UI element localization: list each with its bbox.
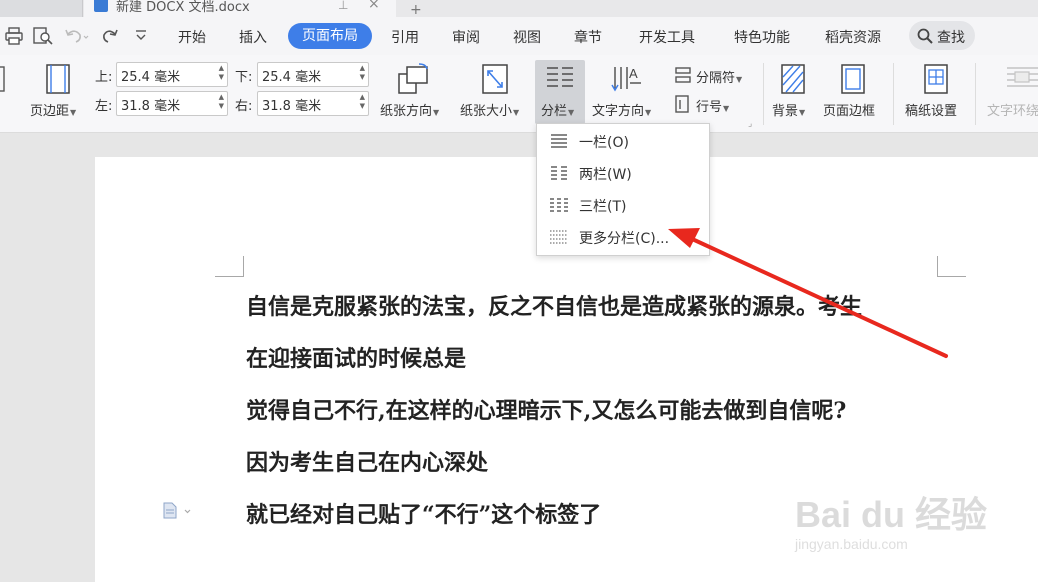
paragraph-handle-icon[interactable] [163, 502, 193, 520]
new-tab-button[interactable]: + [410, 2, 422, 17]
separator-icon [675, 67, 691, 83]
ribbon-divider [893, 63, 894, 125]
menu-review[interactable]: 审阅 [452, 27, 480, 47]
ribbon-page-layout: 页边距▼ 上: 25.4 毫米 ▲ ▼ 左: 31.8 毫米 ▲ ▼ 下: 25.4… [0, 55, 1038, 133]
top-margin-label: 上: [95, 70, 113, 85]
background-button[interactable]: 背景▼ [772, 100, 805, 119]
right-margin-label: 右: [235, 99, 253, 114]
two-column-item[interactable]: 两栏(W) [537, 158, 709, 188]
find-label: 查找 [937, 30, 965, 46]
menu-bar: 开始 插入 页面布局 引用 审阅 视图 章节 开发工具 特色功能 稻壳资源 查找 [0, 17, 1038, 55]
top-margin-input[interactable]: 25.4 毫米 ▲ ▼ [116, 62, 228, 87]
ribbon-divider [763, 63, 764, 125]
menu-developer-tools[interactable]: 开发工具 [639, 27, 695, 47]
text-direction-icon: A [611, 66, 641, 92]
paper-size-icon [482, 64, 508, 94]
find-button[interactable]: 查找 [909, 21, 975, 50]
columns-icon [547, 67, 573, 87]
line-number-icon [675, 95, 689, 113]
text-wrap-button[interactable]: 文字环绕 [987, 100, 1038, 119]
menu-start[interactable]: 开始 [178, 27, 206, 47]
paragraph-line[interactable]: 自信是克服紧张的法宝，反之不自信也是造成紧张的源泉。考生 [246, 289, 862, 321]
left-margin-input[interactable]: 31.8 毫米 ▲ ▼ [116, 91, 228, 116]
page-border-button[interactable]: 页面边框 [823, 100, 875, 119]
top-margin-stepper[interactable]: ▲ ▼ [219, 64, 224, 82]
print-preview-icon[interactable] [33, 27, 53, 45]
one-column-item[interactable]: 一栏(O) [537, 126, 709, 156]
partial-tool-icon[interactable] [0, 65, 6, 93]
bottom-margin-stepper[interactable]: ▲ ▼ [360, 64, 365, 82]
print-icon[interactable] [5, 27, 23, 45]
docx-file-icon [94, 0, 108, 12]
page-orientation-icon [398, 63, 428, 94]
document-tab-title: 新建 DOCX 文档.docx [116, 0, 250, 15]
page-orientation-button[interactable]: 纸张方向▼ [380, 100, 439, 119]
bottom-margin-label: 下: [235, 70, 253, 85]
three-column-icon [550, 198, 568, 212]
left-margin-stepper[interactable]: ▲ ▼ [219, 93, 224, 111]
more-columns-item[interactable]: 更多分栏(C)... [537, 222, 709, 252]
tab-strip: 新建 DOCX 文档.docx ⊥ × + [0, 0, 1038, 17]
margin-corner-mark [937, 256, 966, 277]
background-icon [781, 64, 805, 94]
page-border-icon [841, 64, 865, 94]
redo-icon[interactable] [101, 27, 119, 45]
more-columns-icon [550, 230, 568, 244]
page-setup-launcher-icon[interactable]: ⌟ [748, 119, 752, 129]
margin-corner-mark [215, 256, 244, 277]
menu-page-layout[interactable]: 页面布局 [288, 23, 372, 49]
paragraph-line[interactable]: 就已经对自己贴了“不行”这个标签了 [246, 497, 601, 529]
pin-icon[interactable]: ⊥ [338, 0, 348, 12]
text-wrap-icon [1007, 67, 1038, 87]
paragraph-line[interactable]: 因为考生自己在内心深处 [246, 445, 488, 477]
three-column-item[interactable]: 三栏(T) [537, 190, 709, 220]
right-margin-input[interactable]: 31.8 毫米 ▲ ▼ [257, 91, 369, 116]
one-column-icon [551, 134, 567, 148]
line-number-button[interactable]: 行号▼ [696, 96, 729, 115]
document-tab[interactable]: 新建 DOCX 文档.docx ⊥ × [84, 0, 396, 17]
home-tab[interactable] [0, 0, 83, 17]
ribbon-divider [975, 63, 976, 125]
columns-dropdown-menu: 一栏(O) 两栏(W) 三栏(T) 更多分栏(C)... [536, 123, 710, 256]
paragraph-line[interactable]: 在迎接面试的时候总是 [246, 341, 466, 373]
page-margins-button[interactable]: 页边距▼ [30, 100, 76, 119]
text-direction-button[interactable]: 文字方向▼ [592, 100, 651, 119]
columns-button[interactable]: 分栏▼ [535, 60, 585, 124]
left-margin-label: 左: [95, 99, 113, 114]
manuscript-paper-icon [924, 64, 948, 94]
svg-text:A: A [629, 66, 638, 81]
baidu-jingyan-watermark: Bai du 经验 jingyan.baidu.com [795, 494, 988, 552]
menu-section[interactable]: 章节 [574, 27, 602, 47]
menu-references[interactable]: 引用 [391, 27, 419, 47]
customize-toolbar-icon[interactable] [134, 29, 148, 43]
manuscript-settings-button[interactable]: 稿纸设置 [905, 100, 957, 119]
menu-insert[interactable]: 插入 [239, 27, 267, 47]
close-tab-icon[interactable]: × [368, 0, 380, 12]
page-margins-icon [46, 64, 70, 94]
menu-docer-resources[interactable]: 稻壳资源 [825, 27, 881, 47]
paragraph-line[interactable]: 觉得自己不行,在这样的心理暗示下,又怎么可能去做到自信呢? [246, 393, 846, 425]
two-column-icon [551, 166, 567, 180]
search-icon [917, 28, 933, 44]
separator-button[interactable]: 分隔符▼ [696, 67, 742, 86]
menu-special-features[interactable]: 特色功能 [734, 27, 790, 47]
right-margin-stepper[interactable]: ▲ ▼ [360, 93, 365, 111]
undo-icon[interactable] [64, 27, 90, 45]
menu-view[interactable]: 视图 [513, 27, 541, 47]
paper-size-button[interactable]: 纸张大小▼ [460, 100, 519, 119]
bottom-margin-input[interactable]: 25.4 毫米 ▲ ▼ [257, 62, 369, 87]
